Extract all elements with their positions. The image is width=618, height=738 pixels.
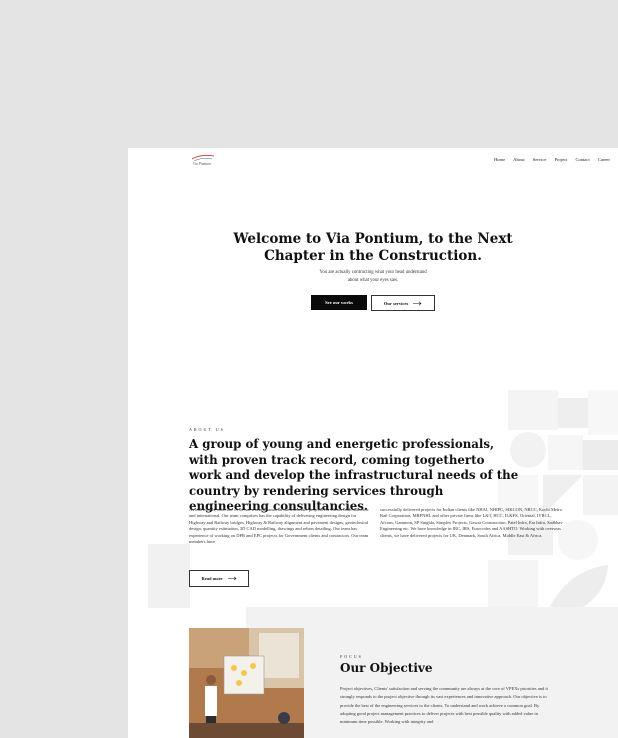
objective-eyebrow: FOCUS: [340, 654, 363, 659]
web-page: Via Pontium Home About Service Project C…: [128, 148, 618, 738]
about-text-right: successfully delivered projects for Indi…: [380, 507, 563, 538]
about-eyebrow: ABOUT US: [189, 427, 225, 432]
read-more-label: Read more: [201, 576, 223, 581]
our-services-label: Our services: [383, 300, 409, 306]
team-photo: [189, 628, 304, 738]
about-text-left: As individuals, each one of us has worke…: [189, 507, 369, 545]
hero-title: Welcome to Via Pontium, to the Next Chap…: [128, 231, 618, 265]
decorative-block: [148, 544, 190, 608]
arrow-right-icon: [227, 576, 236, 581]
hero-subtitle-line-2: about what your eyes saw.: [347, 278, 399, 283]
objective-text: Project objectives, Clients' satisfactio…: [340, 686, 548, 725]
hero-subtitle: You are actually contructing what your h…: [128, 269, 618, 285]
nav-service[interactable]: Service: [533, 157, 547, 162]
nav-about[interactable]: About: [513, 157, 524, 162]
logo[interactable]: Via Pontium: [190, 153, 218, 167]
svg-text:Via Pontium: Via Pontium: [193, 162, 211, 166]
see-our-works-button[interactable]: See our works: [311, 295, 367, 310]
arrow-right-icon: [413, 301, 422, 305]
main-nav: Home About Service Project Contact Caree…: [494, 157, 610, 162]
about-title: A group of young and energetic professio…: [189, 437, 519, 513]
hero-title-line-2: Chapter in the Construction.: [264, 248, 482, 264]
nav-home[interactable]: Home: [494, 157, 505, 162]
read-more-button[interactable]: Read more: [189, 570, 249, 587]
nav-project[interactable]: Project: [554, 157, 567, 162]
hero-title-line-1: Welcome to Via Pontium, to the Next: [233, 231, 513, 247]
our-services-button[interactable]: Our services: [371, 295, 435, 311]
hero-subtitle-line-1: You are actually contructing what your h…: [319, 270, 427, 275]
objective-title: Our Objective: [340, 661, 433, 675]
nav-career[interactable]: Career: [598, 157, 610, 162]
nav-contact[interactable]: Contact: [575, 157, 589, 162]
